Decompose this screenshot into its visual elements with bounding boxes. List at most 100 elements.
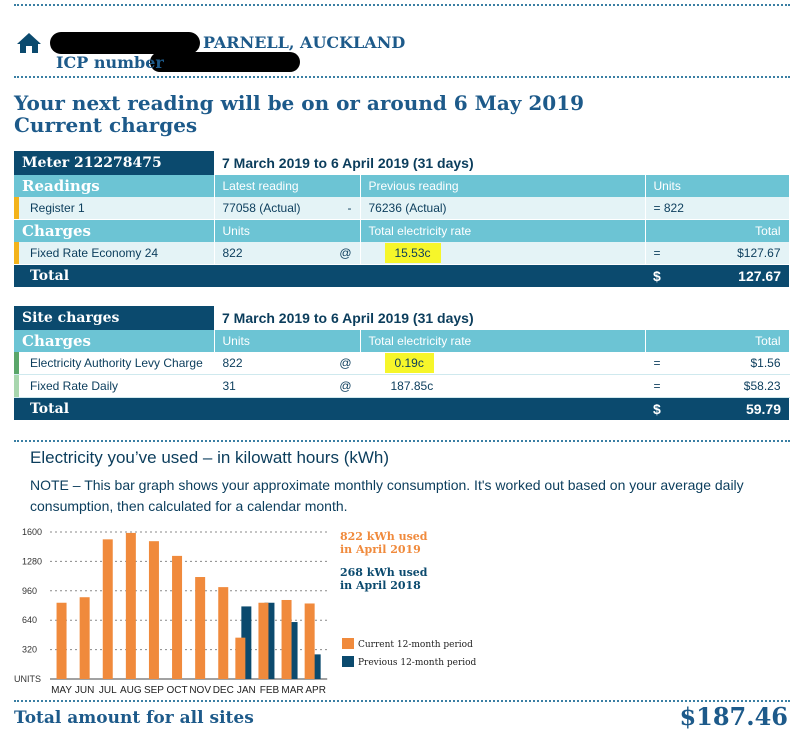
redaction-mark bbox=[50, 32, 200, 54]
x-tick-label: JUN bbox=[75, 685, 94, 696]
total-label: Total bbox=[14, 397, 645, 420]
total-cell: $127.67 bbox=[645, 264, 789, 287]
site-title-row: Site charges 7 March 2019 to 6 April 201… bbox=[14, 306, 789, 330]
highlighted-rate: 15.53c bbox=[384, 243, 441, 263]
y-tick-label: 640 bbox=[22, 615, 37, 625]
bar-current-dec bbox=[218, 587, 229, 679]
rate-header: Total electricity rate bbox=[360, 219, 646, 242]
site-charges-title: Site charges bbox=[14, 306, 214, 330]
x-tick-label: MAY bbox=[51, 685, 72, 696]
charge-name: Fixed Rate Daily bbox=[14, 374, 215, 398]
x-tick-label: JUL bbox=[99, 685, 117, 696]
total-amount: 127.67 bbox=[738, 268, 781, 284]
currency-symbol: $ bbox=[653, 401, 661, 417]
equals-sign: = bbox=[653, 201, 661, 215]
bar-current-may bbox=[56, 602, 67, 679]
usage-annotation: in April 2018 bbox=[340, 579, 421, 592]
bar-current-mar bbox=[281, 599, 292, 679]
address-divider bbox=[14, 76, 790, 78]
x-tick-label: SEP bbox=[144, 685, 164, 696]
at-sign: @ bbox=[339, 356, 352, 370]
charge-total: $58.23 bbox=[743, 379, 781, 393]
total-header: Total bbox=[645, 219, 790, 242]
meter-number: Meter 212278475 bbox=[14, 151, 214, 175]
latest-reading-header: Latest reading bbox=[214, 175, 361, 197]
legend-label: Current 12-month period bbox=[358, 640, 473, 650]
previous-reading-value: 76236 (Actual) bbox=[360, 197, 646, 220]
x-tick-label: DEC bbox=[213, 685, 234, 696]
readings-header-row: Readings Latest reading Previous reading… bbox=[14, 175, 790, 197]
charge-total-cell: = $127.67 bbox=[645, 242, 790, 265]
redaction-mark bbox=[150, 52, 300, 72]
highlighted-rate: 0.19c bbox=[384, 353, 434, 373]
bar-current-jun bbox=[79, 597, 90, 679]
site-charges-header-row: Charges Units Total electricity rate Tot… bbox=[14, 330, 790, 352]
rate-value: 187.85c bbox=[360, 374, 646, 398]
units-header: Units bbox=[645, 175, 790, 197]
bar-current-nov bbox=[195, 577, 206, 679]
charge-units: 822 bbox=[222, 356, 243, 370]
charge-total-cell: = $58.23 bbox=[645, 374, 790, 398]
register-row: Register 1 77058 (Actual) - 76236 (Actual… bbox=[14, 197, 790, 220]
total-header: Total bbox=[645, 330, 790, 352]
y-tick-label: 1600 bbox=[22, 527, 42, 537]
next-reading-heading: Your next reading will be on or around 6… bbox=[14, 91, 585, 115]
usage-annotation: 822 kWh used bbox=[340, 530, 428, 543]
usage-annotation: in April 2019 bbox=[340, 543, 421, 556]
bar-current-apr bbox=[304, 603, 315, 679]
x-tick-label: JAN bbox=[237, 685, 256, 696]
bar-current-jul bbox=[102, 539, 113, 679]
units-value: 822 bbox=[663, 201, 684, 215]
bar-current-jan bbox=[235, 637, 246, 679]
legend-swatch bbox=[342, 656, 354, 667]
x-tick-label: FEB bbox=[260, 685, 280, 696]
site-period: 7 March 2019 to 6 April 2019 (31 days) bbox=[214, 306, 789, 330]
meter-title-row: Meter 212278475 7 March 2019 to 6 April … bbox=[14, 151, 789, 175]
charge-units-cell: 31 @ bbox=[214, 374, 361, 398]
grand-total-amount: $187.46 bbox=[679, 702, 788, 731]
address-suburb-city: PARNELL, AUCKLAND bbox=[203, 33, 406, 52]
x-tick-label: NOV bbox=[189, 685, 211, 696]
meter-total-row: Total $127.67 bbox=[14, 264, 789, 287]
home-icon bbox=[17, 33, 41, 53]
charge-name: Electricity Authority Levy Charge bbox=[14, 352, 215, 375]
usage-bar-chart: 1600 1280 960 640 320 UNITS MAY JUN JUL AUG SEP OC… bbox=[14, 527, 477, 696]
charges-header-row: Charges Units Total electricity rate Tot… bbox=[14, 219, 790, 242]
x-tick-label: AUG bbox=[120, 685, 142, 696]
site-charge-row: Electricity Authority Levy Charge 822 @ 0… bbox=[14, 352, 790, 375]
charge-name: Fixed Rate Economy 24 bbox=[14, 242, 215, 265]
bar-current-sep bbox=[148, 541, 159, 679]
latest-reading-value: 77058 (Actual) bbox=[222, 201, 301, 215]
bar-current-feb bbox=[258, 602, 269, 679]
total-amount: 59.79 bbox=[745, 401, 781, 417]
latest-reading-cell: 77058 (Actual) - bbox=[214, 197, 361, 220]
rate-cell: 0.19c bbox=[360, 352, 646, 375]
y-tick-label: 320 bbox=[22, 645, 37, 655]
site-total-row: Total $59.79 bbox=[14, 397, 789, 420]
register-name: Register 1 bbox=[14, 197, 215, 220]
total-cell: $59.79 bbox=[645, 397, 789, 420]
readings-label: Readings bbox=[14, 175, 215, 197]
equals-sign: = bbox=[653, 356, 661, 370]
rate-cell: 15.53c bbox=[360, 242, 646, 265]
dash-separator: - bbox=[347, 201, 352, 215]
rate-header: Total electricity rate bbox=[360, 330, 646, 352]
meter-charges-table: Meter 212278475 7 March 2019 to 6 April … bbox=[14, 151, 790, 287]
legend-swatch bbox=[342, 638, 354, 649]
at-sign: @ bbox=[339, 246, 352, 260]
charge-units-cell: 822 @ bbox=[214, 352, 361, 375]
bar-current-aug bbox=[125, 532, 136, 679]
grand-total-label: Total amount for all sites bbox=[14, 708, 254, 728]
bar-current-oct bbox=[172, 555, 183, 679]
icp-number-label: ICP number bbox=[56, 53, 164, 72]
equals-sign: = bbox=[653, 246, 661, 260]
y-tick-label: 1280 bbox=[22, 556, 42, 566]
charge-row: Fixed Rate Economy 24 822 @ 15.53c = $127.… bbox=[14, 242, 790, 265]
charge-total: $1.56 bbox=[750, 356, 781, 370]
charge-total: $127.67 bbox=[737, 246, 781, 260]
charge-units-cell: 822 @ bbox=[214, 242, 361, 265]
legend-label: Previous 12-month period bbox=[358, 658, 477, 668]
y-tick-label: 960 bbox=[22, 586, 37, 596]
site-charges-table: Site charges 7 March 2019 to 6 April 201… bbox=[14, 306, 790, 420]
charges-label: Charges bbox=[14, 219, 215, 242]
